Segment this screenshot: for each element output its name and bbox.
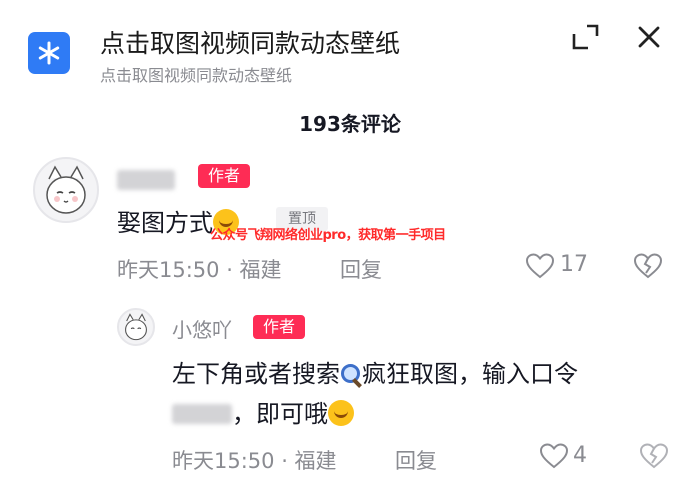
avatar[interactable] [117, 308, 155, 346]
asterisk-icon [38, 41, 60, 65]
like-count: 4 [573, 443, 587, 468]
comment-text-part: 左下角或者搜索 [172, 360, 340, 388]
magnifier-icon [340, 363, 362, 385]
cat-avatar-icon [46, 165, 86, 214]
banner-subtitle: 点击取图视频同款动态壁纸 [100, 66, 293, 85]
banner-title[interactable]: 点击取图视频同款动态壁纸 [100, 24, 400, 60]
broken-heart-icon [639, 443, 669, 469]
cat-avatar-icon [125, 313, 147, 341]
minimize-button[interactable] [570, 22, 600, 52]
comment-meta: 昨天15:50 · 福建 [117, 258, 282, 282]
heart-icon [539, 443, 569, 469]
username[interactable]: 小悠吖 [172, 314, 232, 343]
username-redacted [117, 170, 175, 190]
comment-meta: 昨天15:50 · 福建 [172, 449, 337, 473]
comment-text-line-1: 左下角或者搜索 疯狂取图，输入口令 [172, 354, 578, 389]
close-button[interactable] [634, 22, 664, 52]
comment-count: 193条评论 [299, 112, 401, 136]
code-redacted [172, 404, 232, 424]
comment-text-part: ，即可哦 [232, 400, 328, 428]
broken-heart-icon [633, 253, 663, 279]
app-icon[interactable] [28, 32, 70, 74]
watermark-overlay: 公众号飞翔网络创业pro，获取第一手项目 [210, 228, 446, 243]
avatar[interactable] [33, 157, 99, 223]
comment-text-label: 娶图方式 [117, 209, 213, 237]
dislike-button[interactable] [639, 443, 669, 469]
author-badge: 作者 [253, 315, 305, 339]
close-icon [638, 26, 660, 48]
reply-button[interactable]: 回复 [340, 254, 382, 284]
dislike-button[interactable] [633, 253, 663, 279]
reply-button[interactable]: 回复 [395, 445, 437, 475]
pleading-emoji-icon [328, 400, 354, 426]
heart-icon [525, 253, 555, 279]
like-button[interactable] [525, 253, 555, 279]
minimize-icon [572, 24, 599, 50]
author-badge: 作者 [198, 164, 250, 188]
like-count: 17 [560, 252, 588, 277]
like-button[interactable] [539, 443, 569, 469]
comment-text-part: 疯狂取图，输入口令 [362, 360, 578, 388]
comment-text-line-2: ，即可哦 [172, 394, 354, 429]
